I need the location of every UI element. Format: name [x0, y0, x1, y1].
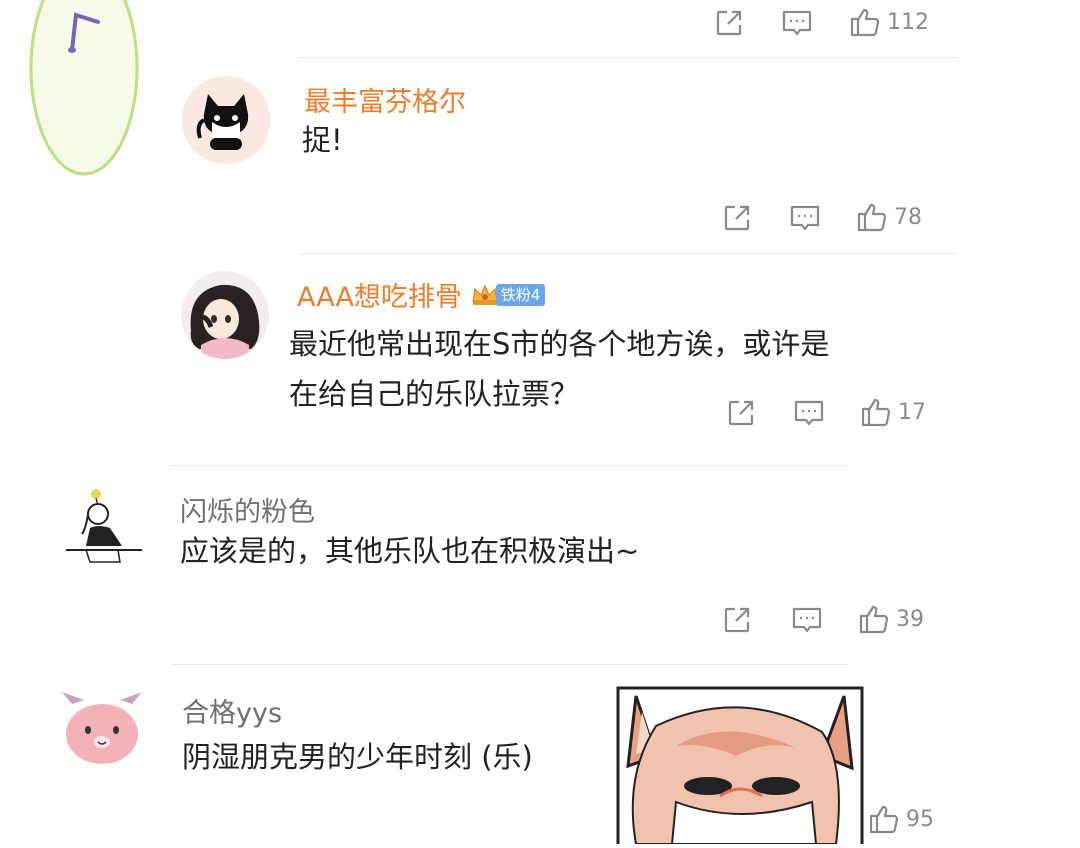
share-icon: [724, 205, 750, 231]
comment-text: 最近他常出现在S市的各个地方诶，或许是: [289, 327, 830, 361]
like-button[interactable]: 39: [858, 603, 924, 635]
avatar[interactable]: [60, 484, 148, 572]
thumbs-up-icon: [869, 805, 899, 834]
comment-text: 捉!: [302, 123, 343, 157]
divider: [300, 253, 957, 254]
like-button[interactable]: 17: [860, 396, 926, 428]
avatar[interactable]: [182, 76, 270, 164]
comment-sticker-image[interactable]: [616, 686, 864, 848]
black-cat-avatar: [182, 76, 270, 164]
anime-girl-avatar: [181, 271, 269, 359]
username[interactable]: 闪烁的粉色: [180, 490, 315, 529]
divider: [172, 664, 848, 665]
reply-button[interactable]: [793, 398, 825, 428]
divider: [172, 465, 848, 466]
pink-bunny-avatar: [58, 684, 146, 772]
divider: [300, 57, 957, 58]
comment-icon: [794, 400, 824, 426]
share-icon: [728, 400, 754, 426]
share-icon: [716, 10, 742, 36]
share-button[interactable]: [722, 605, 752, 635]
reply-button[interactable]: [789, 203, 821, 233]
music-note-icon: [29, 0, 139, 176]
avatar[interactable]: [181, 271, 269, 359]
thumbs-up-icon: [857, 203, 887, 232]
comment-text: 阴湿朋克男的少年时刻 (乐): [182, 740, 533, 774]
like-count: 78: [894, 204, 922, 230]
username-row: AAA想吃排骨 铁粉4: [297, 275, 546, 314]
like-count: 17: [898, 399, 926, 425]
fan-badge[interactable]: 铁粉4: [470, 283, 546, 307]
badge-label: 铁粉4: [495, 283, 546, 306]
fox-sticker: [616, 686, 864, 848]
like-count: 95: [906, 806, 934, 832]
comment-text: 应该是的，其他乐队也在积极演出~: [180, 534, 640, 568]
share-icon: [724, 607, 750, 633]
avatar[interactable]: [58, 684, 146, 772]
like-button[interactable]: 95: [868, 803, 934, 835]
share-button[interactable]: [726, 398, 756, 428]
username[interactable]: 合格yys: [182, 691, 282, 730]
like-button[interactable]: 78: [856, 201, 922, 233]
girl-reading-avatar: [60, 484, 148, 572]
comment-icon: [782, 10, 812, 36]
username[interactable]: AAA想吃排骨: [297, 275, 462, 314]
thumbs-up-icon: [859, 605, 889, 634]
floating-music-bubble[interactable]: [28, 0, 140, 176]
reply-button[interactable]: [781, 8, 813, 38]
thumbs-up-icon: [861, 398, 891, 427]
comment-icon: [790, 205, 820, 231]
comment-icon: [792, 607, 822, 633]
reply-button[interactable]: [791, 605, 823, 635]
like-count: 39: [896, 606, 924, 632]
like-button[interactable]: 112: [849, 6, 929, 38]
thumbs-up-icon: [850, 8, 880, 37]
share-button[interactable]: [714, 8, 744, 38]
like-count: 112: [887, 9, 929, 35]
share-button[interactable]: [722, 203, 752, 233]
comment-text: 在给自己的乐队拉票？: [289, 377, 580, 411]
